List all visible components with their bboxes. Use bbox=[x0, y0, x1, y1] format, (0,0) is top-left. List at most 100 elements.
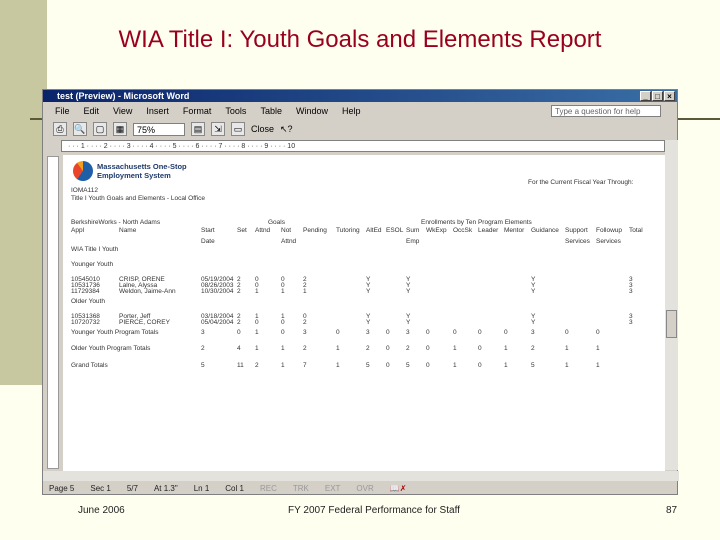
preview-toolbar: ⎙ 🔍 ▢ ▦ 75% ▤ ⇲ ▭ Close ↖? bbox=[43, 120, 677, 138]
cell: 3 bbox=[201, 329, 205, 336]
table-row: 10720732 PIERCE, COREY 05/04/2004 2 0 0 2 Y Y Y 3 bbox=[63, 319, 663, 327]
menu-help[interactable]: Help bbox=[342, 103, 361, 119]
menu-file[interactable]: File bbox=[55, 103, 70, 119]
menu-insert[interactable]: Insert bbox=[146, 103, 169, 119]
view-ruler-icon[interactable]: ▤ bbox=[191, 122, 205, 136]
cell: Total bbox=[629, 227, 643, 234]
magnifier-icon[interactable]: 🔍 bbox=[73, 122, 87, 136]
cell: 11 bbox=[237, 362, 244, 369]
cell: Attnd bbox=[281, 238, 297, 245]
window-title: test (Preview) - Microsoft Word bbox=[57, 91, 190, 101]
cell: 0 bbox=[478, 329, 482, 336]
office-name: BerkshireWorks - North Adams bbox=[71, 219, 161, 226]
cell: Date bbox=[201, 238, 215, 245]
status-at: At 1.3" bbox=[153, 484, 178, 493]
cell: 0 bbox=[281, 319, 285, 326]
cell: 10/30/2004 bbox=[201, 288, 234, 295]
menu-tools[interactable]: Tools bbox=[225, 103, 246, 119]
cell: Support bbox=[565, 227, 588, 234]
cell: 7 bbox=[303, 362, 307, 369]
menu-edit[interactable]: Edit bbox=[84, 103, 100, 119]
cell: 5 bbox=[406, 362, 410, 369]
status-sec: Sec 1 bbox=[90, 484, 111, 493]
horizontal-scrollbar[interactable] bbox=[43, 471, 679, 481]
cell: Appl bbox=[71, 227, 85, 234]
menu-table[interactable]: Table bbox=[260, 103, 282, 119]
cell: 1 bbox=[596, 345, 600, 352]
column-subheaders: Date Attnd Emp Services Services bbox=[63, 238, 663, 246]
cell: 0 bbox=[426, 329, 430, 336]
cell: PIERCE, COREY bbox=[119, 319, 170, 326]
status-page: Page 5 bbox=[49, 484, 75, 493]
status-ln: Ln 1 bbox=[193, 484, 210, 493]
cell: Emp bbox=[406, 238, 420, 245]
close-preview-button[interactable]: Close bbox=[251, 124, 274, 134]
cell: 3 bbox=[303, 329, 307, 336]
minimize-button[interactable]: _ bbox=[640, 91, 651, 101]
full-screen-icon[interactable]: ▭ bbox=[231, 122, 245, 136]
cell: Name bbox=[119, 227, 137, 234]
vertical-ruler bbox=[47, 156, 59, 469]
cell: Services bbox=[565, 238, 590, 245]
cell: Attnd bbox=[255, 227, 271, 234]
shrink-to-fit-icon[interactable]: ⇲ bbox=[211, 122, 225, 136]
status-trk[interactable]: TRK bbox=[293, 482, 309, 495]
totals-row: Older Youth Program Totals 2 4 1 1 2 1 2 0 2 0 1 0 1 2… bbox=[63, 345, 663, 353]
status-ext[interactable]: EXT bbox=[325, 482, 341, 495]
footer-date: June 2006 bbox=[78, 505, 125, 516]
one-page-icon[interactable]: ▢ bbox=[93, 122, 107, 136]
print-icon[interactable]: ⎙ bbox=[53, 122, 67, 136]
cell: 1 bbox=[504, 345, 508, 352]
footer-page: 87 bbox=[666, 505, 678, 516]
cell: Leader bbox=[478, 227, 499, 234]
cell: 0 bbox=[336, 329, 340, 336]
status-ovr[interactable]: OVR bbox=[356, 482, 373, 495]
close-window-button[interactable]: × bbox=[664, 91, 675, 101]
cell: 1 bbox=[336, 362, 340, 369]
maximize-button[interactable]: □ bbox=[652, 91, 663, 101]
cell: 1 bbox=[255, 288, 259, 295]
cell: 1 bbox=[453, 345, 457, 352]
cell: Weldon, Jaime-Ann bbox=[119, 288, 176, 295]
context-help-icon[interactable]: ↖? bbox=[280, 124, 293, 135]
cell: Tutoring bbox=[336, 227, 360, 234]
menu-format[interactable]: Format bbox=[183, 103, 212, 119]
cell: 2 bbox=[201, 345, 205, 352]
cell: 2 bbox=[531, 345, 535, 352]
document-page: Massachusetts One-Stop Employment System … bbox=[63, 155, 665, 471]
cell: 1 bbox=[281, 288, 285, 295]
logo-text: Massachusetts One-Stop bbox=[97, 162, 187, 171]
menu-view[interactable]: View bbox=[113, 103, 132, 119]
multiple-pages-icon[interactable]: ▦ bbox=[113, 122, 127, 136]
cell: 2 bbox=[255, 362, 259, 369]
cell: Y bbox=[366, 288, 371, 295]
cell: 1 bbox=[281, 362, 285, 369]
vertical-scrollbar[interactable] bbox=[665, 140, 678, 470]
zoom-select[interactable]: 75% bbox=[133, 122, 185, 136]
cell: 2 bbox=[303, 345, 307, 352]
cell: 4 bbox=[237, 345, 241, 352]
cell: 2 bbox=[303, 319, 307, 326]
totals-row: Younger Youth Program Totals 3 0 1 0 3 0 3 0 3 0 0 0… bbox=[63, 329, 663, 337]
cell: 1 bbox=[565, 362, 569, 369]
cell: AltEd bbox=[366, 227, 382, 234]
help-search-input[interactable]: Type a question for help bbox=[551, 105, 661, 117]
form-id: IOMA112 bbox=[71, 187, 98, 194]
cell: Sum bbox=[406, 227, 420, 234]
cell: Older Youth Program Totals bbox=[71, 345, 151, 352]
footer-center: FY 2007 Federal Performance for Staff bbox=[288, 505, 460, 516]
cell: 11729384 bbox=[71, 288, 100, 295]
cell: Pending bbox=[303, 227, 327, 234]
section-label: WIA Title I Youth bbox=[71, 246, 119, 253]
cell: 0 bbox=[386, 362, 390, 369]
cell: 0 bbox=[386, 329, 390, 336]
status-rec[interactable]: REC bbox=[260, 482, 277, 495]
scroll-thumb[interactable] bbox=[666, 310, 677, 338]
spelling-icon[interactable]: 📖✗ bbox=[390, 482, 407, 495]
cell: 0 bbox=[426, 362, 430, 369]
cell: Start bbox=[201, 227, 215, 234]
cell: 2 bbox=[406, 345, 410, 352]
menu-window[interactable]: Window bbox=[296, 103, 328, 119]
cell: Y bbox=[531, 288, 536, 295]
status-pages: 5/7 bbox=[126, 484, 138, 493]
